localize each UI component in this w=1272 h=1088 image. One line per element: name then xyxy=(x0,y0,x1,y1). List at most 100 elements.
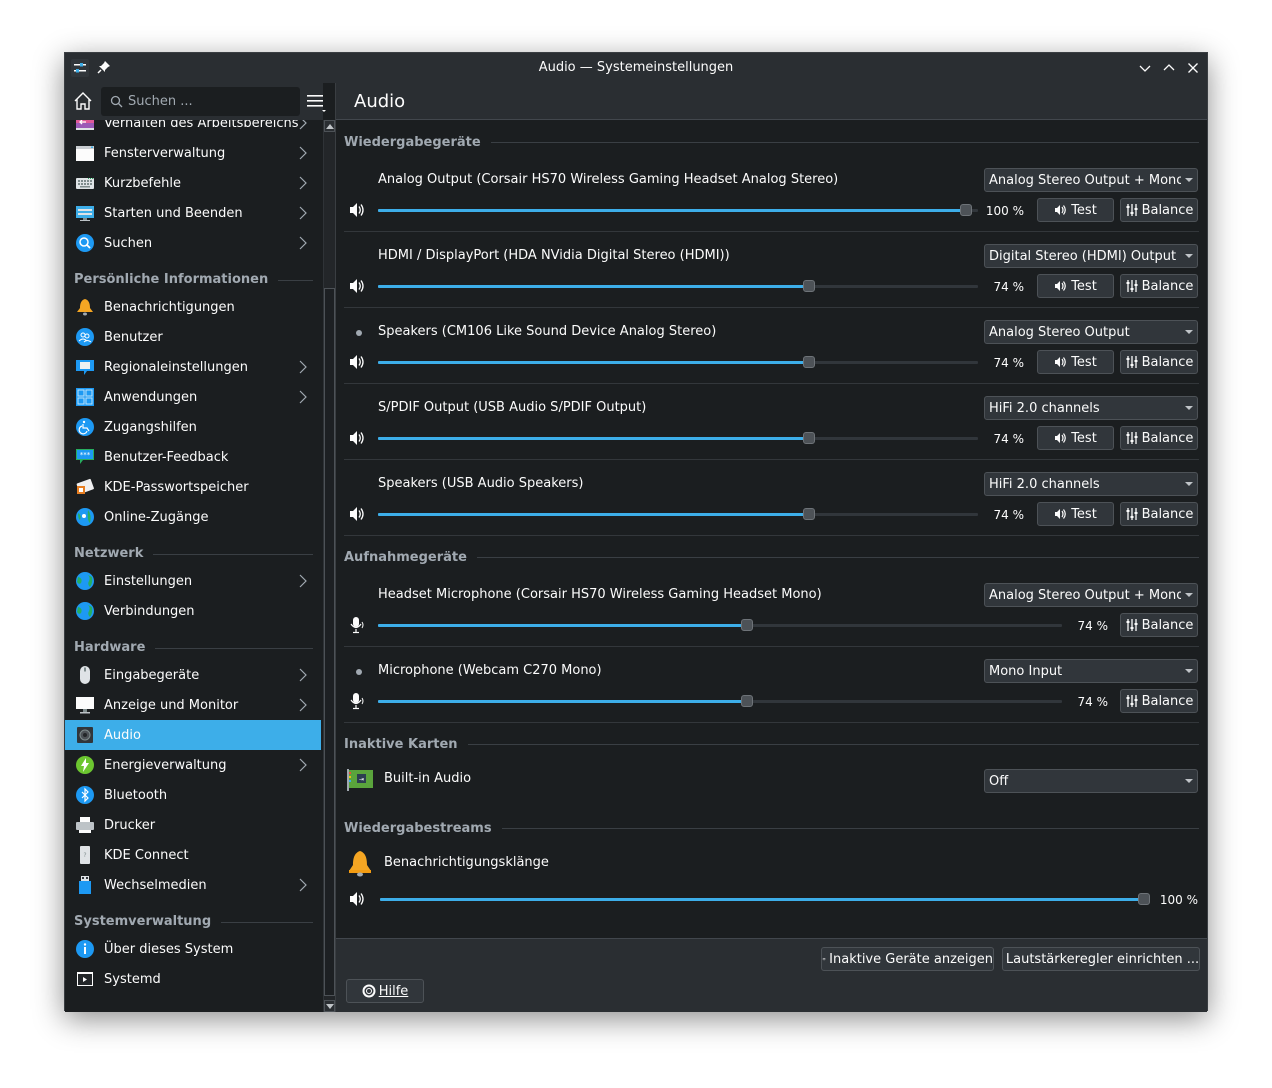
device-name: S/PDIF Output (USB Audio S/PDIF Output) xyxy=(378,400,647,415)
test-button[interactable]: Test xyxy=(1037,502,1114,526)
default-device-indicator[interactable] xyxy=(356,669,362,675)
test-button[interactable]: Test xyxy=(1037,198,1114,222)
show-inactive-devices-button[interactable]: Inaktive Geräte anzeigen xyxy=(821,947,994,971)
sidebar-scrollbar[interactable] xyxy=(323,120,335,1012)
sidebar-item-audio[interactable]: Audio xyxy=(65,720,321,750)
search-field[interactable] xyxy=(101,87,300,116)
device-profile-value: HiFi 2.0 channels xyxy=(989,476,1100,492)
device-profile-select[interactable]: Digital Stereo (HDMI) Output xyxy=(984,244,1198,268)
volume-slider[interactable] xyxy=(378,506,978,522)
online-accounts-icon xyxy=(75,507,95,527)
volume-slider[interactable] xyxy=(378,202,978,218)
sidebar-item-über-dieses-system[interactable]: Über dieses System xyxy=(65,934,321,964)
sidebar-item-verbindungen[interactable]: Verbindungen xyxy=(65,596,321,626)
sidebar-item-fensterverwaltung[interactable]: Fensterverwaltung xyxy=(65,138,321,168)
sidebar-item-wechselmedien[interactable]: Wechselmedien xyxy=(65,870,321,900)
sidebar-item-online-zugänge[interactable]: Online-Zugänge xyxy=(65,502,321,532)
balance-button[interactable]: Balance xyxy=(1120,502,1198,526)
sidebar-item-einstellungen[interactable]: Einstellungen xyxy=(65,566,321,596)
sidebar-item-benutzer[interactable]: Benutzer xyxy=(65,322,321,352)
sidebar-item-kurzbefehle[interactable]: Kurzbefehle xyxy=(65,168,321,198)
sidebar-item-anwendungen[interactable]: Anwendungen xyxy=(65,382,321,412)
sidebar-section-title: Hardware xyxy=(74,640,146,655)
device-profile-select[interactable]: Analog Stereo Output xyxy=(984,320,1198,344)
sidebar-item-zugangshilfen[interactable]: Zugangshilfen xyxy=(65,412,321,442)
scroll-up-button[interactable] xyxy=(324,120,335,132)
slider-handle[interactable] xyxy=(803,280,815,292)
volume-slider[interactable] xyxy=(378,278,978,294)
slider-handle[interactable] xyxy=(803,432,815,444)
row-separator xyxy=(344,535,1199,536)
balance-button[interactable]: Balance xyxy=(1120,350,1198,374)
sidebar-item-verhalten-des-arbeitsbereichs[interactable]: Verhalten des Arbeitsbereichs xyxy=(65,120,321,138)
mute-toggle[interactable] xyxy=(348,201,368,219)
sidebar-item-label: Anwendungen xyxy=(104,389,198,405)
chevron-right-icon xyxy=(299,758,307,772)
close-icon xyxy=(1188,63,1198,73)
mute-toggle[interactable] xyxy=(348,353,368,371)
slider-handle[interactable] xyxy=(960,204,972,216)
volume-slider[interactable] xyxy=(378,430,978,446)
slider-handle[interactable] xyxy=(741,695,753,707)
home-button[interactable] xyxy=(73,91,93,111)
sidebar-item-benachrichtigungen[interactable]: Benachrichtigungen xyxy=(65,292,321,322)
device-profile-select[interactable]: Mono Input xyxy=(984,659,1198,683)
balance-button[interactable]: Balance xyxy=(1120,198,1198,222)
mute-toggle[interactable] xyxy=(348,429,368,447)
search-input[interactable] xyxy=(128,94,288,109)
test-button[interactable]: Test xyxy=(1037,274,1114,298)
volume-slider[interactable] xyxy=(378,354,978,370)
volume-percent-label: 74 % xyxy=(1077,695,1109,709)
sidebar-item-starten-und-beenden[interactable]: Starten und Beenden xyxy=(65,198,321,228)
volume-slider[interactable] xyxy=(378,693,1062,709)
sidebar-item-systemd[interactable]: Systemd xyxy=(65,964,321,994)
mute-toggle[interactable] xyxy=(348,692,368,710)
maximize-button[interactable] xyxy=(1160,59,1178,77)
card-profile-select[interactable]: Off xyxy=(984,769,1198,793)
sidebar-item-anzeige-und-monitor[interactable]: Anzeige und Monitor xyxy=(65,690,321,720)
sidebar-item-regionaleinstellungen[interactable]: Regionaleinstellungen xyxy=(65,352,321,382)
slider-handle[interactable] xyxy=(803,356,815,368)
stream-volume-slider[interactable] xyxy=(380,891,1150,907)
mute-toggle[interactable] xyxy=(348,505,368,523)
monitor-icon xyxy=(75,695,95,715)
minimize-button[interactable] xyxy=(1136,59,1154,77)
device-profile-select[interactable]: Analog Stereo Output + Mono I xyxy=(984,168,1198,192)
device-profile-select[interactable]: HiFi 2.0 channels xyxy=(984,472,1198,496)
default-device-indicator[interactable] xyxy=(356,330,362,336)
test-button[interactable]: Test xyxy=(1037,426,1114,450)
device-profile-value: Digital Stereo (HDMI) Output xyxy=(989,248,1177,264)
mute-toggle[interactable] xyxy=(348,616,368,634)
configure-volume-controls-button[interactable]: Lautstärkeregler einrichten ... xyxy=(1002,947,1200,971)
chevron-right-icon xyxy=(299,176,307,190)
device-profile-select[interactable]: Analog Stereo Output + Mono I xyxy=(984,583,1198,607)
balance-button[interactable]: Balance xyxy=(1120,274,1198,298)
sidebar-item-label: Anzeige und Monitor xyxy=(104,697,239,713)
sidebar-item-kde-passwortspeicher[interactable]: KDE-Passwortspeicher xyxy=(65,472,321,502)
scroll-thumb[interactable] xyxy=(324,288,335,996)
hamburger-menu-button[interactable] xyxy=(305,91,327,113)
speaker-volume-icon xyxy=(350,892,364,906)
close-button[interactable] xyxy=(1184,59,1202,77)
sidebar-item-drucker[interactable]: Drucker xyxy=(65,810,321,840)
help-button[interactable]: Hilfe xyxy=(346,979,424,1003)
chevron-right-icon xyxy=(299,668,307,682)
sidebar-item-kde-connect[interactable]: ? KDE Connect xyxy=(65,840,321,870)
balance-button[interactable]: Balance xyxy=(1120,689,1198,713)
balance-button[interactable]: Balance xyxy=(1120,613,1198,637)
sidebar-item-bluetooth[interactable]: Bluetooth xyxy=(65,780,321,810)
sidebar-item-benutzer-feedback[interactable]: *** Benutzer-Feedback xyxy=(65,442,321,472)
device-profile-select[interactable]: HiFi 2.0 channels xyxy=(984,396,1198,420)
volume-slider[interactable] xyxy=(378,617,1062,633)
mute-toggle[interactable] xyxy=(348,890,368,908)
slider-handle[interactable] xyxy=(1138,893,1150,905)
sidebar-item-eingabegeräte[interactable]: Eingabegeräte xyxy=(65,660,321,690)
test-button[interactable]: Test xyxy=(1037,350,1114,374)
scroll-down-button[interactable] xyxy=(324,1000,335,1012)
sidebar-item-energieverwaltung[interactable]: Energieverwaltung xyxy=(65,750,321,780)
slider-handle[interactable] xyxy=(803,508,815,520)
slider-handle[interactable] xyxy=(741,619,753,631)
mute-toggle[interactable] xyxy=(348,277,368,295)
sidebar-item-suchen[interactable]: Suchen xyxy=(65,228,321,258)
balance-button[interactable]: Balance xyxy=(1120,426,1198,450)
